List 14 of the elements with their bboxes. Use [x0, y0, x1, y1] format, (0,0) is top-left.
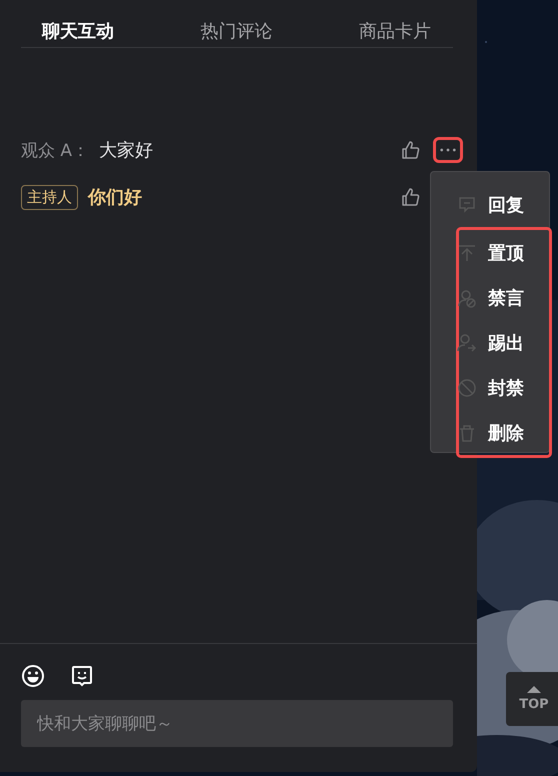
menu-item[interactable]: 封禁 [457, 365, 549, 410]
tab[interactable]: 热门评论 [200, 18, 272, 46]
host-badge: 主持人 [21, 184, 78, 210]
tab[interactable]: 聊天互动 [42, 18, 114, 46]
message-text: 大家好 [99, 139, 154, 162]
tab[interactable]: 商品卡片 [359, 18, 431, 46]
menu-item[interactable]: 踢出 [457, 320, 549, 365]
menu-item[interactable]: 置顶 [457, 230, 549, 275]
message-text: 你们好 [88, 186, 142, 209]
menu-item[interactable]: 禁言 [457, 275, 549, 320]
sender-name: 观众 A： [21, 140, 90, 162]
menu-item[interactable]: 删除 [457, 410, 549, 455]
menu-item[interactable]: 回复 [457, 182, 549, 227]
back-to-top-button[interactable]: TOP [506, 672, 558, 726]
